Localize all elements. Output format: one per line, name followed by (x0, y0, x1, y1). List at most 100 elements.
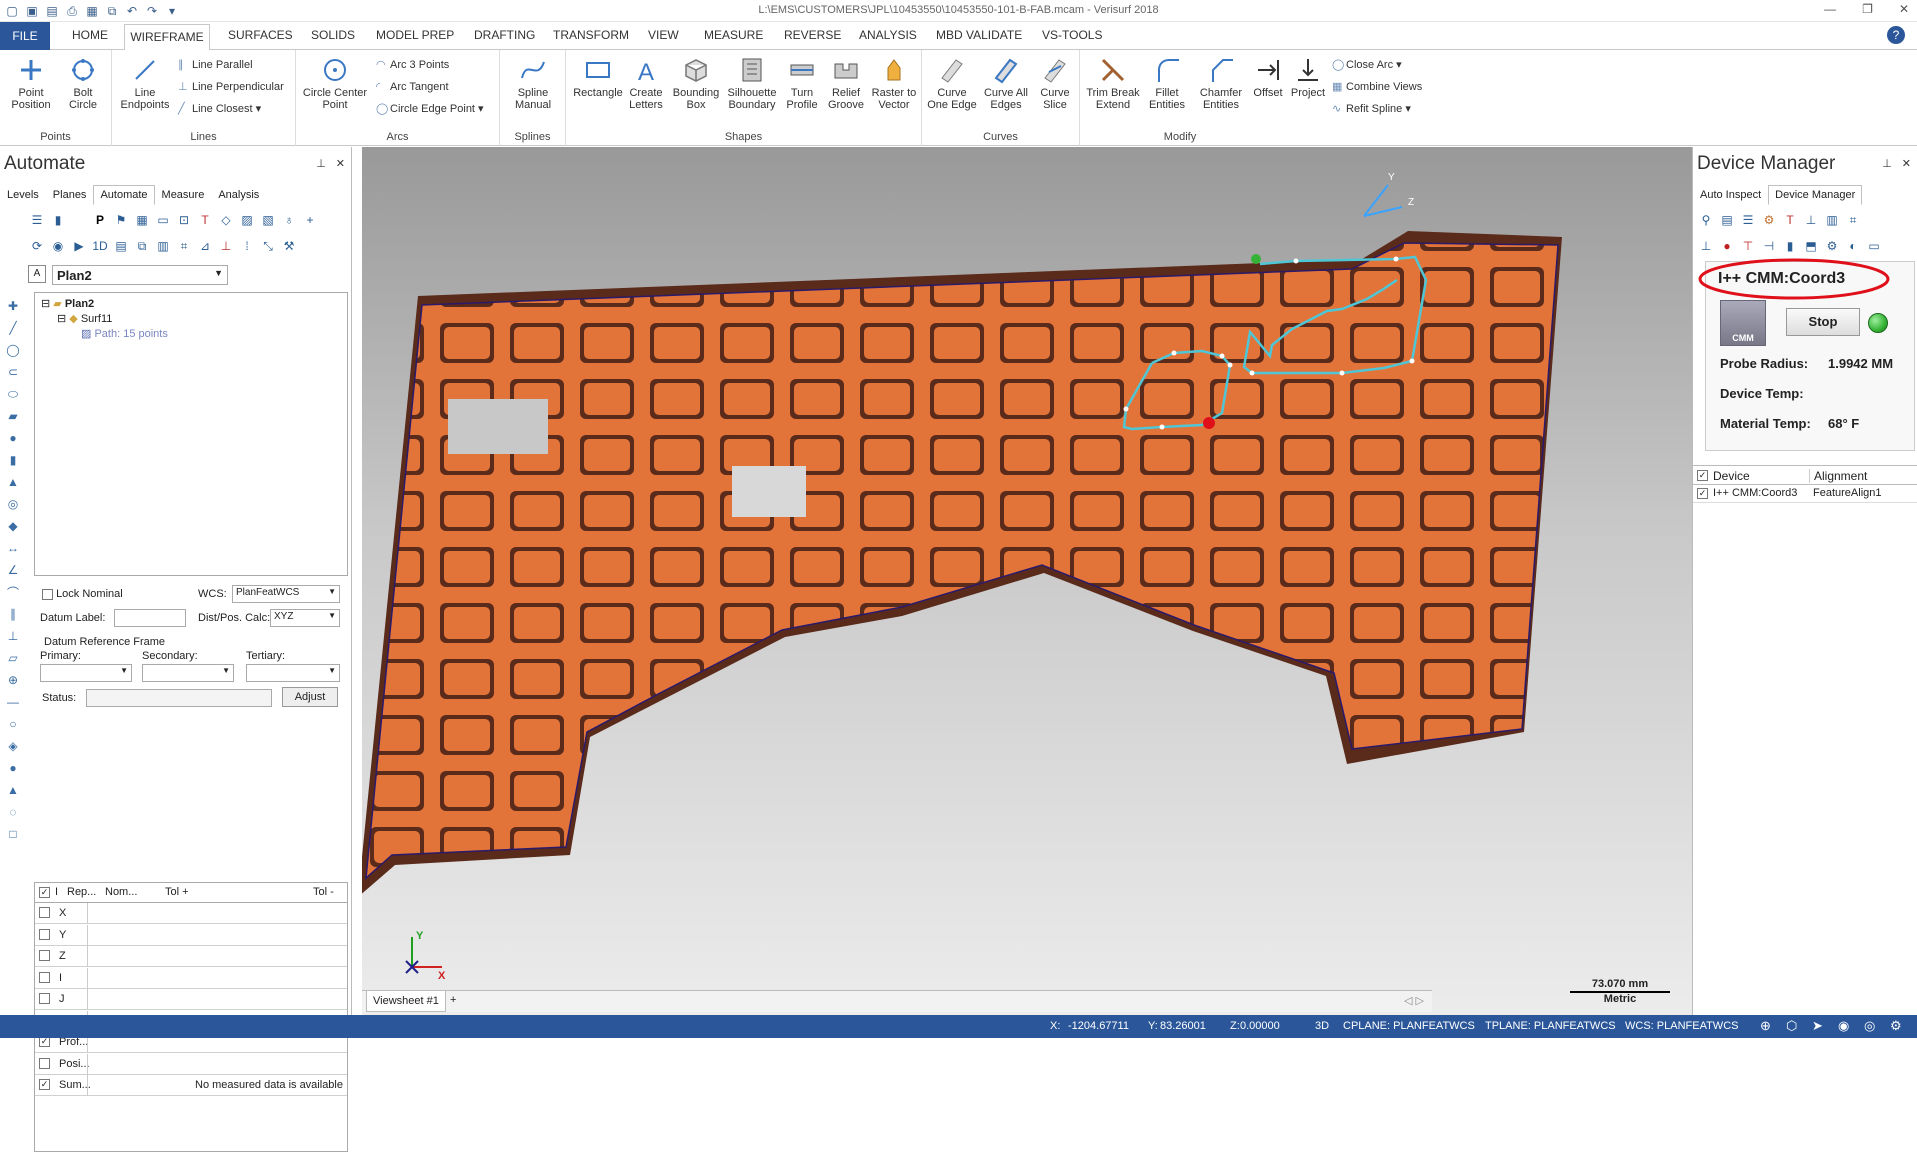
select-all-checkbox[interactable]: ✓ (39, 887, 50, 898)
pin-icon[interactable]: ⊥ (316, 157, 326, 170)
table-row[interactable]: I (35, 967, 347, 989)
probe-icon[interactable]: ♁ (280, 211, 298, 229)
curve-one-edge-button[interactable]: Curve One Edge (926, 56, 978, 111)
row-checkbox[interactable] (39, 928, 50, 940)
help-icon[interactable]: ? (1887, 26, 1905, 44)
bolt-circle-button[interactable]: Bolt Circle (60, 56, 106, 111)
hatch2-icon[interactable]: ▧ (259, 211, 277, 229)
viewsheet-tab[interactable]: Viewsheet #1 (366, 991, 446, 1012)
sphere-tool2-icon[interactable]: ● (4, 759, 22, 777)
tplane-status[interactable]: TPLANE: PLANFEATWCS (1485, 1020, 1616, 1032)
tab-auto-inspect[interactable]: Auto Inspect (1693, 185, 1768, 205)
globe-icon[interactable]: ◉ (49, 237, 67, 255)
cone-tool2-icon[interactable]: ▲ (4, 781, 22, 799)
zoom-icon[interactable]: ⊡ (175, 211, 193, 229)
tab-analysis[interactable]: Analysis (211, 185, 266, 205)
tree-node-surf11[interactable]: ⊟ ◆ Surf11 (57, 312, 112, 325)
tab-mbd-validate[interactable]: MBD VALIDATE (936, 28, 1022, 42)
copy-icon[interactable]: ⧉ (133, 237, 151, 255)
grid-col-tol-plus[interactable]: Tol + (165, 886, 189, 898)
table-icon[interactable]: ▤ (112, 237, 130, 255)
line-tool-icon[interactable]: ╱ (4, 319, 22, 337)
grid-col-tol-minus[interactable]: Tol - (313, 886, 334, 898)
project-button[interactable]: Project (1288, 56, 1328, 99)
collapse-icon[interactable]: ⊟ (57, 313, 66, 325)
combine-views-button[interactable]: ▦ Combine Views (1332, 80, 1422, 93)
tool-icon[interactable]: ⚒ (280, 237, 298, 255)
tab-home[interactable]: HOME (72, 28, 108, 42)
1d-icon[interactable]: 1D (91, 237, 109, 255)
true-pos-tool-icon[interactable]: ⊕ (4, 671, 22, 689)
tab-file[interactable]: FILE (0, 22, 50, 50)
circle-center-point-button[interactable]: Circle Center Point (302, 56, 368, 111)
pin-icon[interactable]: ⊥ (1882, 157, 1892, 170)
tab-model-prep[interactable]: MODEL PREP (376, 28, 454, 42)
turn-profile-button[interactable]: Turn Profile (782, 56, 822, 111)
refit-spline-button[interactable]: ∿ Refit Spline ▾ (1332, 102, 1411, 115)
device-col-device[interactable]: Device (1713, 469, 1750, 483)
run-icon[interactable]: ⚑ (112, 211, 130, 229)
tool3-icon[interactable]: ▮ (1781, 237, 1799, 255)
table-row[interactable]: Z (35, 946, 347, 967)
cplane-status[interactable]: CPLANE: PLANFEATWCS (1343, 1020, 1475, 1032)
close-icon[interactable]: ✕ (336, 157, 345, 170)
line-tool2-icon[interactable]: — (4, 693, 22, 711)
adjust-button[interactable]: Adjust (282, 687, 338, 707)
chamfer-entities-button[interactable]: Chamfer Entities (1194, 56, 1248, 111)
slot-tool-icon[interactable]: ⊂ (4, 363, 22, 381)
lock-nominal-checkbox[interactable]: Lock Nominal (42, 588, 123, 600)
arrows-icon[interactable]: ⤡ (259, 237, 277, 255)
grid-col-i[interactable]: I (55, 886, 58, 898)
cmm-device-icon[interactable]: CMM (1720, 300, 1766, 346)
point-tool-icon[interactable]: ✚ (4, 297, 22, 315)
config-icon[interactable]: ▤ (1718, 211, 1736, 229)
probe-icon[interactable]: ⚲ (1697, 211, 1715, 229)
chart-icon[interactable]: ⌗ (1844, 211, 1862, 229)
book-icon[interactable]: ▮ (49, 211, 67, 229)
table-row[interactable]: Y (35, 924, 347, 946)
p-icon[interactable]: P (91, 211, 109, 229)
table-row[interactable]: J (35, 989, 347, 1010)
row-checkbox[interactable] (39, 993, 50, 1004)
bars-icon[interactable]: ▥ (1823, 211, 1841, 229)
text-icon[interactable]: T (196, 211, 214, 229)
fillet-entities-button[interactable]: Fillet Entities (1144, 56, 1190, 111)
cursor-icon[interactable]: ➤ (1812, 1018, 1823, 1034)
close-icon[interactable]: ✕ (1899, 2, 1909, 16)
plane-tool-icon[interactable]: ▰ (4, 407, 22, 425)
text-icon[interactable]: T (1781, 211, 1799, 229)
restore-icon[interactable]: ❐ (1862, 2, 1873, 16)
arc-3-points-button[interactable]: ◠ Arc 3 Points (376, 58, 449, 71)
row-checkbox[interactable]: ✓ (39, 1079, 50, 1090)
measure-icon[interactable]: ⊿ (196, 237, 214, 255)
wcs-status[interactable]: WCS: PLANFEATWCS (1625, 1020, 1738, 1032)
gear-icon[interactable]: ⚙ (1760, 211, 1778, 229)
record-icon[interactable]: ● (1718, 237, 1736, 255)
point-tool2-icon[interactable]: ◈ (4, 737, 22, 755)
path-current-marker[interactable] (1203, 417, 1215, 429)
grid-col-nom[interactable]: Nom... (105, 886, 137, 898)
cone-tool-icon[interactable]: ▲ (4, 473, 22, 491)
line-closest-button[interactable]: ╱ Line Closest ▾ (178, 102, 261, 115)
add-icon[interactable]: + (301, 211, 319, 229)
tool5-icon[interactable]: ⚙ (1823, 237, 1841, 255)
primary-select[interactable]: ▼ (40, 664, 132, 682)
sphere-tool-icon[interactable]: ● (4, 429, 22, 447)
table-row[interactable]: X (35, 903, 347, 924)
box-tool-icon[interactable]: □ (4, 825, 22, 843)
circle-tool2-icon[interactable]: ○ (4, 715, 22, 733)
arc-tangent-button[interactable]: ◜ Arc Tangent (376, 80, 449, 93)
screen-icon[interactable]: ▭ (154, 211, 172, 229)
wcs-select[interactable]: PlanFeatWCS ▼ (232, 585, 340, 603)
curve-all-edges-button[interactable]: Curve All Edges (980, 56, 1032, 111)
tool7-icon[interactable]: ▭ (1865, 237, 1883, 255)
tab-wireframe[interactable]: WIREFRAME (124, 24, 210, 51)
close-icon[interactable]: ✕ (1902, 157, 1911, 170)
tab-solids[interactable]: SOLIDS (311, 28, 355, 42)
spline-manual-button[interactable]: Spline Manual (506, 56, 560, 111)
dist-pos-select[interactable]: XYZ ▼ (270, 609, 340, 627)
tab-vs-tools[interactable]: VS-TOOLS (1042, 28, 1102, 42)
parallel-tool-icon[interactable]: ∥ (4, 605, 22, 623)
tab-measure[interactable]: Measure (155, 185, 212, 205)
relief-groove-button[interactable]: Relief Groove (824, 56, 868, 111)
